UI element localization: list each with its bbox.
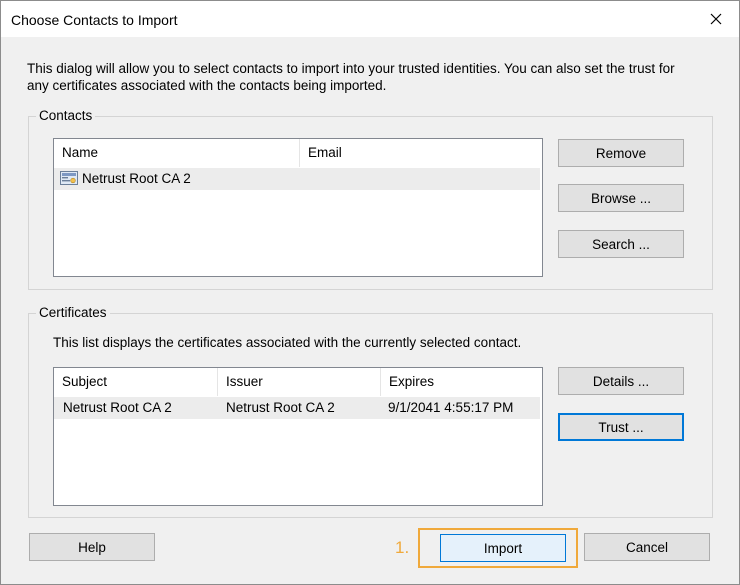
contact-name: Netrust Root CA 2 [82, 171, 191, 186]
trust-button[interactable]: Trust ... [558, 413, 684, 441]
column-header-expires[interactable]: Expires [381, 368, 540, 396]
title-bar: Choose Contacts to Import [1, 1, 739, 37]
choose-contacts-dialog: Choose Contacts to Import This dialog wi… [0, 0, 740, 585]
certificates-list-header: Subject Issuer Expires [54, 368, 542, 396]
import-button[interactable]: Import [440, 534, 566, 562]
certificate-issuer: Netrust Root CA 2 [226, 400, 335, 415]
column-header-subject[interactable]: Subject [54, 368, 218, 396]
close-icon [710, 13, 722, 25]
certificate-contact-icon [60, 171, 78, 185]
column-header-email[interactable]: Email [300, 139, 540, 167]
certificate-expires: 9/1/2041 4:55:17 PM [388, 400, 514, 415]
certificate-subject: Netrust Root CA 2 [63, 400, 172, 415]
help-button[interactable]: Help [29, 533, 155, 561]
contacts-group-label: Contacts [36, 108, 96, 123]
search-button[interactable]: Search ... [558, 230, 684, 258]
step-annotation: 1. [395, 538, 410, 557]
browse-button[interactable]: Browse ... [558, 184, 684, 212]
remove-button[interactable]: Remove [558, 139, 684, 167]
certificates-list[interactable]: Subject Issuer Expires Netrust Root CA 2… [53, 367, 543, 506]
column-header-issuer[interactable]: Issuer [218, 368, 381, 396]
cancel-button[interactable]: Cancel [584, 533, 710, 561]
certificate-row[interactable]: Netrust Root CA 2 Netrust Root CA 2 9/1/… [54, 397, 540, 419]
intro-text: This dialog will allow you to select con… [27, 61, 675, 93]
contacts-list-header: Name Email [54, 139, 542, 167]
certificates-group-label: Certificates [36, 305, 110, 320]
certificates-description: This list displays the certificates asso… [53, 335, 522, 350]
column-header-name[interactable]: Name [54, 139, 300, 167]
details-button[interactable]: Details ... [558, 367, 684, 395]
contact-row[interactable]: Netrust Root CA 2 [54, 168, 540, 190]
contacts-list[interactable]: Name Email Netrust Root CA 2 [53, 138, 543, 277]
close-button[interactable] [693, 1, 739, 37]
dialog-title: Choose Contacts to Import [11, 12, 178, 28]
